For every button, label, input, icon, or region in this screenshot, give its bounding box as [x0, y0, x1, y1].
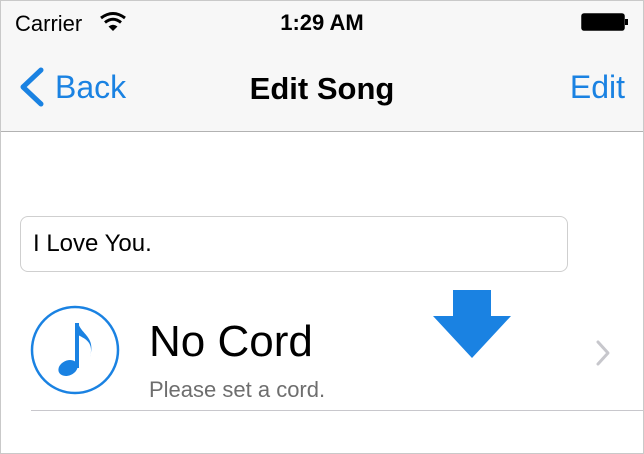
chord-subtitle: Please set a cord.	[149, 377, 326, 402]
chevron-right-icon	[596, 340, 610, 366]
chord-row[interactable]: No Cord Please set a cord.	[1, 277, 643, 411]
app-screen: Carrier 1:29 AM Back Edit Song Edit I Lo…	[0, 0, 644, 454]
page-title: Edit Song	[249, 71, 395, 106]
row-separator	[31, 410, 643, 411]
song-title-input[interactable]	[20, 216, 568, 272]
status-time: 1:29 AM	[280, 10, 364, 35]
edit-song-content: No Cord Please set a cord.	[1, 132, 643, 453]
navigation-bar: Back Edit Song Edit	[1, 43, 643, 132]
chord-title: No Cord	[149, 317, 313, 366]
music-note-icon	[30, 305, 120, 395]
battery-icon	[581, 13, 628, 31]
edit-button[interactable]: Edit	[570, 69, 625, 106]
down-arrow-icon	[433, 290, 511, 358]
status-bar: Carrier 1:29 AM	[1, 1, 643, 43]
